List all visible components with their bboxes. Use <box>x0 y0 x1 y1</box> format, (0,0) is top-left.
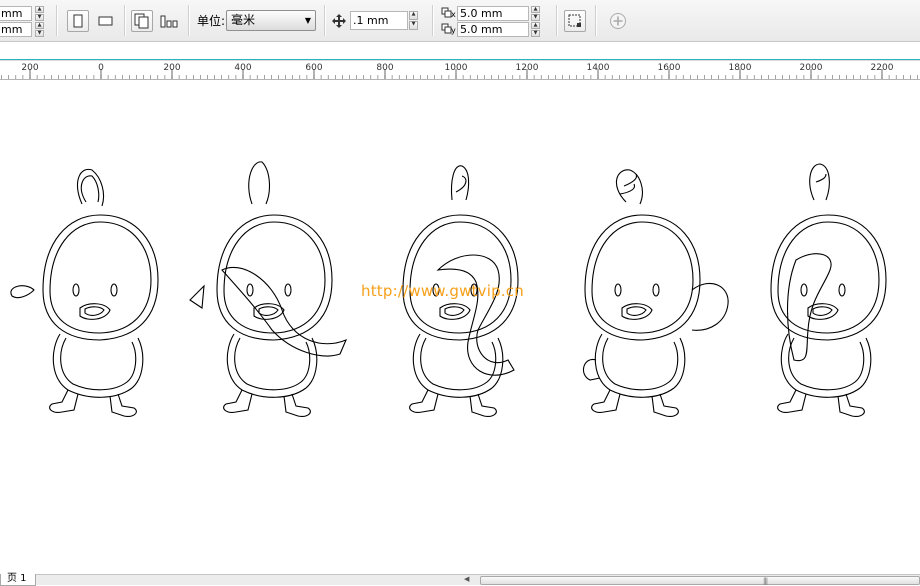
duplicate-y-letter: y <box>451 26 456 35</box>
duck-artwork[interactable] <box>0 80 920 574</box>
ruler-tick-label: 0 <box>98 63 104 73</box>
property-bar: mm ▲ ▼ mm ▲ ▼ 单位: 毫米 ▼ .1 mm ▲ ▼ x 5.0 m… <box>0 0 920 42</box>
landscape-icon <box>98 16 113 26</box>
duplicate-x-letter: x <box>451 10 456 19</box>
ruler-tick-label: 2000 <box>800 63 823 73</box>
page-width-spinner[interactable]: ▲ ▼ <box>35 6 44 21</box>
units-value: 毫米 <box>231 13 256 27</box>
separator <box>124 5 125 36</box>
duplicate-y-field[interactable]: 5.0 mm <box>457 22 529 37</box>
plus-circle-icon <box>610 13 626 29</box>
all-pages-icon <box>134 13 149 29</box>
page-height-spinner[interactable]: ▲ ▼ <box>35 22 44 37</box>
ruler-tick-label: 400 <box>234 63 251 73</box>
ruler-tick-label: 1800 <box>729 63 752 73</box>
ruler-tick-label: 200 <box>163 63 180 73</box>
duck-figure-4[interactable] <box>582 169 729 417</box>
separator <box>324 5 325 36</box>
ruler-tick-label: 1200 <box>516 63 539 73</box>
chevron-down-icon: ▼ <box>304 16 311 25</box>
units-label: 单位: <box>197 14 226 28</box>
duck-figure-2[interactable] <box>189 161 348 417</box>
ruler-tick-label: 800 <box>376 63 393 73</box>
watermark-text: http://www.gwtvip.cn <box>361 282 524 300</box>
duplicate-x-field[interactable]: 5.0 mm <box>457 6 529 21</box>
ruler-tick-label: 1000 <box>445 63 468 73</box>
page-height-field[interactable]: mm <box>0 22 32 37</box>
ruler-tick-label: 600 <box>305 63 322 73</box>
separator <box>595 5 596 36</box>
nudge-icon <box>332 14 346 28</box>
separator <box>432 5 433 36</box>
all-pages-button[interactable] <box>131 10 153 32</box>
select-frame-icon <box>568 14 581 27</box>
nudge-icon-wrap <box>328 10 350 32</box>
page-tab[interactable]: 页 1 <box>0 574 36 586</box>
separator <box>56 5 57 36</box>
landscape-button[interactable] <box>95 10 117 32</box>
duplicate-y-spinner[interactable]: ▲ ▼ <box>531 22 540 37</box>
duck-figure-5[interactable] <box>770 163 887 417</box>
separator <box>188 5 189 36</box>
ruler-tick-label: 2200 <box>871 63 894 73</box>
treat-as-filled-button[interactable] <box>564 10 586 32</box>
portrait-button[interactable] <box>67 10 89 32</box>
duplicate-x-spinner[interactable]: ▲ ▼ <box>531 6 540 21</box>
ruler-tick-label: 1400 <box>587 63 610 73</box>
current-page-button[interactable] <box>158 10 180 32</box>
nudge-distance-field[interactable]: .1 mm <box>350 11 408 30</box>
duplicate-y-icon: y <box>441 23 457 36</box>
portrait-icon <box>73 14 83 28</box>
ruler-scale: 200 0 200 400 600 800 1000 1200 1400 1600 1800 2000… <box>1 63 918 79</box>
duck-figure-1[interactable] <box>10 168 159 417</box>
ruler-tick-label: 200 <box>21 63 38 73</box>
scroll-left-icon[interactable]: ◀ <box>464 575 469 584</box>
drawing-canvas[interactable]: http://www.gwtvip.cn <box>0 80 920 574</box>
add-button[interactable] <box>607 10 629 32</box>
status-bar: 页 1 ◀ ||| <box>0 574 920 586</box>
current-page-icon <box>160 15 178 28</box>
page-width-field[interactable]: mm <box>0 6 32 21</box>
nudge-distance-spinner[interactable]: ▲ ▼ <box>409 11 418 30</box>
horizontal-ruler[interactable]: 200 0 200 400 600 800 1000 1200 1400 1600 1800 2000… <box>0 60 920 80</box>
units-dropdown[interactable]: 毫米 ▼ <box>226 10 316 31</box>
separator <box>556 5 557 36</box>
ruler-tick-label: 1600 <box>658 63 681 73</box>
duplicate-x-icon: x <box>441 7 457 20</box>
